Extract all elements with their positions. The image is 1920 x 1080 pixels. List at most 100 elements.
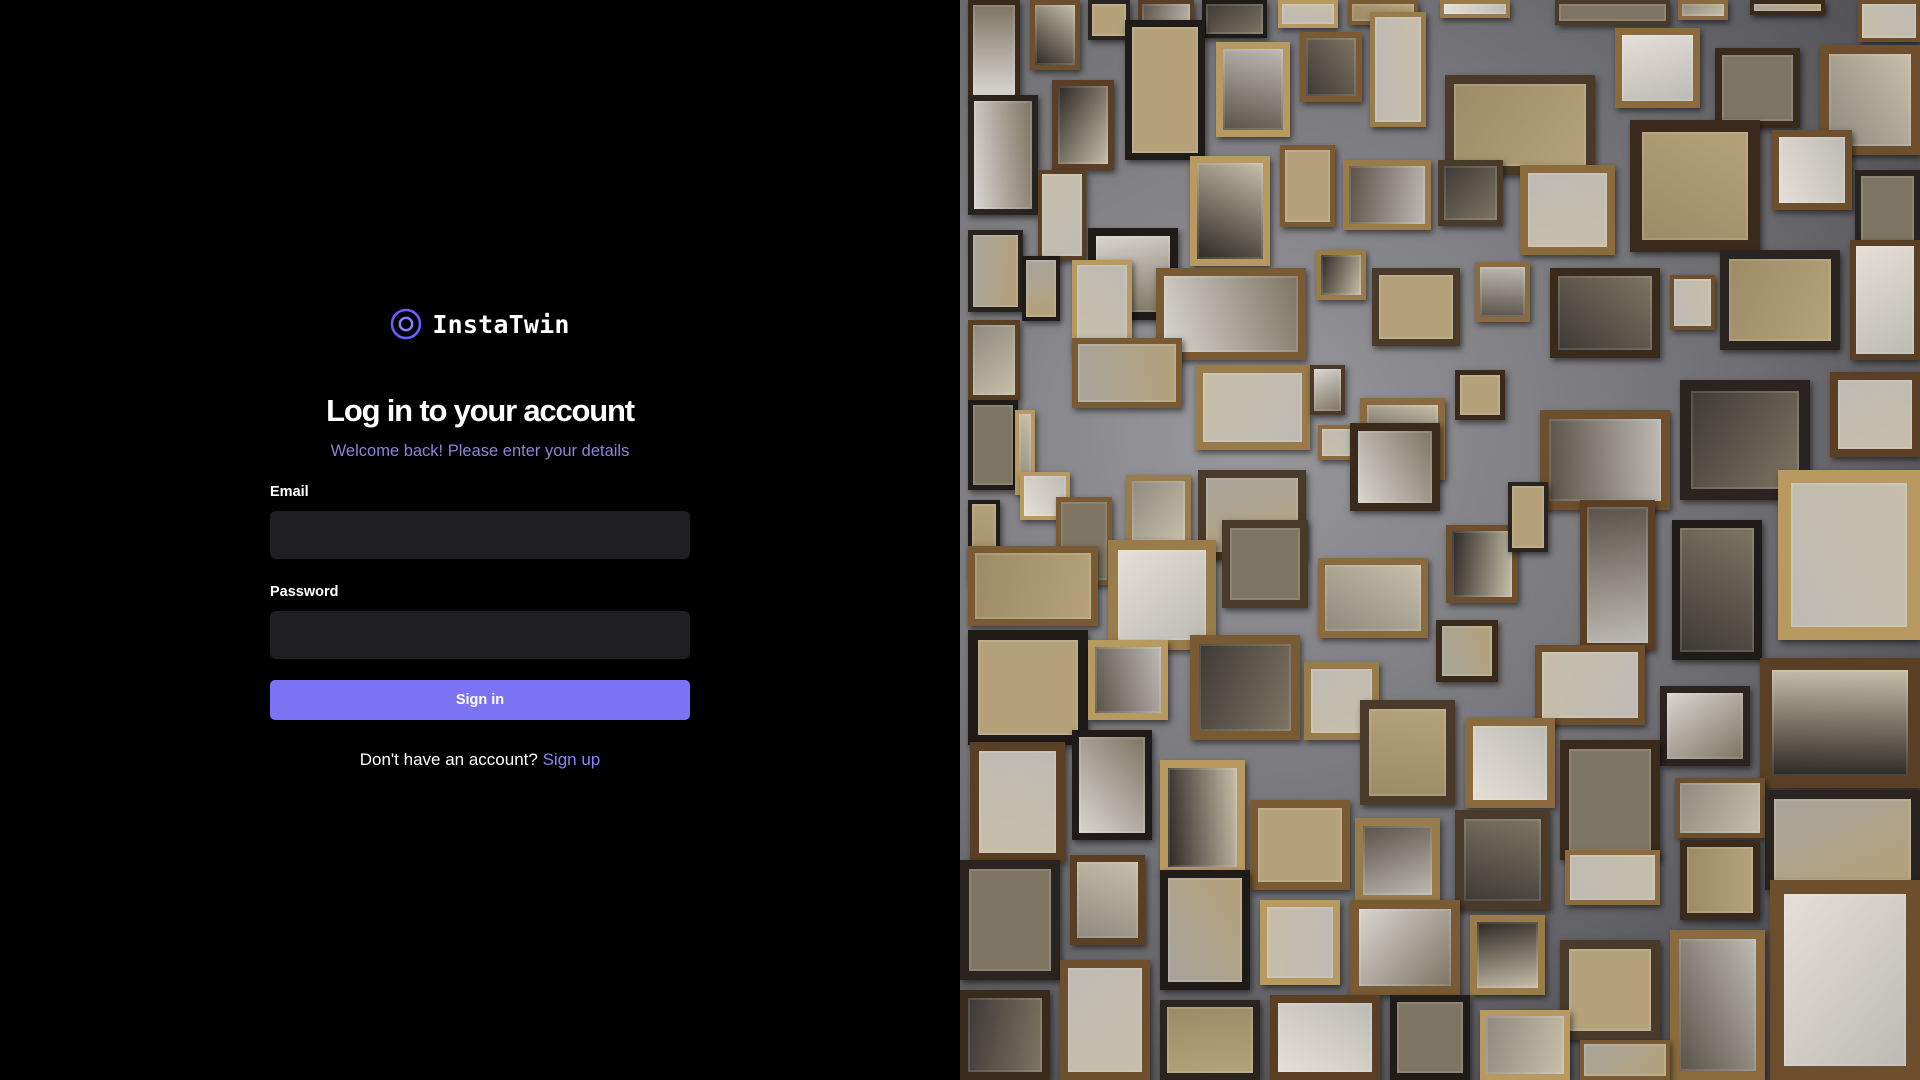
picture-frame bbox=[1720, 250, 1840, 350]
picture-frame bbox=[1370, 12, 1426, 127]
picture-frame bbox=[1772, 130, 1852, 210]
login-panel: InstaTwin Log in to your account Welcome… bbox=[0, 0, 960, 1080]
picture-frame bbox=[1540, 410, 1670, 510]
picture-frame bbox=[1715, 48, 1800, 128]
picture-frame bbox=[1060, 960, 1150, 1080]
picture-frame bbox=[1470, 915, 1545, 995]
picture-frame bbox=[1160, 870, 1250, 990]
picture-frame bbox=[1670, 275, 1715, 330]
picture-frame bbox=[1030, 0, 1080, 70]
picture-frame bbox=[1350, 900, 1460, 995]
picture-frame bbox=[1508, 482, 1548, 552]
sign-in-button[interactable]: Sign in bbox=[270, 680, 690, 720]
picture-frame bbox=[968, 95, 1038, 215]
picture-frame bbox=[1760, 658, 1920, 788]
picture-frame bbox=[1350, 423, 1440, 511]
page-subtitle: Welcome back! Please enter your details bbox=[330, 442, 630, 460]
picture-frame bbox=[1126, 475, 1191, 547]
picture-frame bbox=[1550, 268, 1660, 358]
picture-frame bbox=[1088, 0, 1130, 40]
login-page: InstaTwin Log in to your account Welcome… bbox=[0, 0, 1920, 1080]
email-field-group: Email bbox=[270, 484, 690, 559]
picture-frame bbox=[1535, 645, 1645, 725]
picture-frame bbox=[1390, 995, 1470, 1080]
picture-frame bbox=[968, 230, 1023, 312]
picture-frame bbox=[1630, 120, 1760, 252]
picture-frame bbox=[1680, 840, 1760, 920]
picture-frame bbox=[960, 860, 1060, 980]
gallery-wall-image bbox=[960, 0, 1920, 1080]
sign-up-link[interactable]: Sign up bbox=[543, 750, 601, 769]
picture-frame bbox=[968, 320, 1020, 400]
picture-frame bbox=[960, 990, 1050, 1080]
picture-frame bbox=[1360, 700, 1455, 805]
picture-frame bbox=[1560, 740, 1660, 860]
picture-frame bbox=[1436, 620, 1498, 682]
picture-frame bbox=[1372, 268, 1460, 346]
picture-frame bbox=[1675, 778, 1765, 838]
picture-frame bbox=[1565, 850, 1660, 905]
brand-name: InstaTwin bbox=[432, 309, 570, 339]
picture-frame bbox=[1555, 0, 1670, 25]
picture-frame bbox=[1778, 470, 1920, 640]
picture-frame bbox=[1670, 930, 1765, 1080]
password-label: Password bbox=[270, 584, 339, 600]
picture-frame bbox=[1070, 855, 1145, 945]
picture-frame bbox=[1072, 730, 1152, 840]
picture-frame bbox=[968, 0, 1020, 100]
picture-frame bbox=[1765, 790, 1920, 890]
picture-frame bbox=[1202, 0, 1267, 38]
picture-frame bbox=[1615, 28, 1700, 108]
picture-frame bbox=[1560, 940, 1660, 1040]
email-input[interactable] bbox=[270, 511, 690, 559]
picture-frame bbox=[1072, 338, 1182, 408]
picture-frame bbox=[1108, 540, 1216, 650]
picture-frame bbox=[1316, 250, 1366, 300]
picture-frame bbox=[1475, 262, 1530, 322]
picture-frame bbox=[1660, 686, 1750, 766]
picture-frame bbox=[1310, 365, 1345, 415]
picture-frame bbox=[1343, 160, 1431, 230]
picture-frame bbox=[1750, 0, 1825, 15]
hero-image bbox=[960, 0, 1920, 1080]
picture-frame bbox=[1770, 880, 1920, 1080]
picture-frame bbox=[1580, 500, 1655, 650]
picture-frame bbox=[968, 400, 1018, 490]
picture-frame bbox=[1858, 0, 1920, 42]
picture-frame bbox=[1850, 240, 1920, 360]
picture-frame bbox=[1222, 520, 1308, 608]
picture-frame bbox=[1022, 256, 1060, 321]
signup-row: Don't have an account? Sign up bbox=[270, 750, 690, 770]
picture-frame bbox=[1125, 20, 1205, 160]
picture-frame bbox=[1455, 370, 1505, 420]
picture-frame bbox=[1160, 760, 1245, 875]
page-title: Log in to your account bbox=[326, 393, 635, 428]
signup-prompt: Don't have an account? bbox=[359, 750, 538, 769]
picture-frame bbox=[970, 742, 1065, 862]
picture-frame bbox=[1480, 1010, 1570, 1080]
picture-frame bbox=[1318, 558, 1428, 638]
picture-frame bbox=[1280, 145, 1335, 227]
password-input[interactable] bbox=[270, 611, 690, 659]
picture-frame bbox=[1260, 900, 1340, 985]
picture-frame bbox=[1455, 810, 1550, 910]
picture-frame bbox=[1052, 80, 1114, 170]
picture-frame bbox=[1216, 42, 1290, 137]
picture-frame bbox=[1088, 640, 1168, 720]
picture-frame bbox=[1355, 818, 1440, 903]
picture-frame bbox=[1580, 1040, 1670, 1080]
picture-frame bbox=[1678, 0, 1728, 20]
email-label: Email bbox=[270, 484, 309, 500]
picture-frame bbox=[1190, 156, 1270, 266]
picture-frame bbox=[1830, 372, 1920, 457]
picture-frame bbox=[1250, 800, 1350, 890]
password-field-group: Password bbox=[270, 584, 690, 659]
picture-frame bbox=[1270, 995, 1380, 1080]
picture-frame bbox=[1520, 165, 1615, 255]
picture-frame bbox=[1038, 170, 1086, 260]
picture-frame bbox=[968, 546, 1098, 626]
picture-frame bbox=[968, 630, 1088, 745]
picture-frame bbox=[1438, 160, 1503, 226]
picture-frame bbox=[1278, 0, 1338, 28]
picture-frame bbox=[1465, 718, 1555, 808]
